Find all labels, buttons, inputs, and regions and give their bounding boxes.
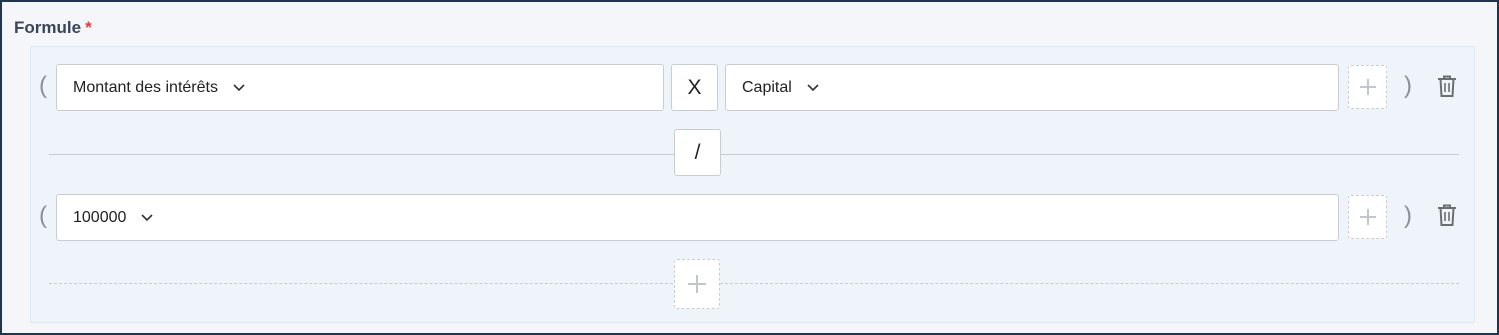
add-row-button[interactable] (674, 259, 720, 309)
fraction-line-right (721, 154, 1459, 155)
plus-icon (1359, 209, 1376, 225)
fraction-line-left (49, 154, 674, 155)
add-operand-button-row-1[interactable] (1348, 65, 1387, 109)
plus-icon (1359, 79, 1376, 95)
operand-select-capital[interactable]: Capital (725, 64, 1339, 111)
field-label: Formule * (14, 18, 92, 38)
close-paren-row-2: ) (1404, 202, 1412, 229)
chevron-down-icon (140, 211, 154, 225)
operand-select-constant[interactable]: 100000 (56, 194, 1339, 241)
chevron-down-icon (806, 81, 820, 95)
delete-row-1-button[interactable] (1435, 73, 1459, 99)
plus-icon (688, 275, 706, 293)
operand-select-interest[interactable]: Montant des intérêts (56, 64, 664, 111)
open-paren-row-1: ( (39, 72, 47, 99)
formula-editor-frame: Formule * ( Montant des intérêts X Capita… (0, 0, 1499, 335)
operator-divide-button[interactable]: / (674, 129, 721, 176)
formula-panel: ( Montant des intérêts X Capital ) / (1… (30, 46, 1475, 323)
trash-icon (1438, 204, 1456, 226)
trash-icon (1438, 75, 1456, 97)
required-mark: * (85, 18, 92, 37)
add-operand-button-row-2[interactable] (1348, 195, 1387, 239)
delete-row-2-button[interactable] (1435, 202, 1459, 228)
chevron-down-icon (232, 81, 246, 95)
operand-select-label: 100000 (73, 208, 127, 226)
add-divider-line (49, 283, 1459, 284)
operator-multiply-button[interactable]: X (671, 64, 718, 111)
close-paren-row-1: ) (1404, 72, 1412, 99)
operand-select-label: Montant des intérêts (73, 78, 218, 96)
field-label-text: Formule (14, 18, 82, 37)
open-paren-row-2: ( (39, 202, 47, 229)
operand-select-label: Capital (742, 78, 792, 96)
